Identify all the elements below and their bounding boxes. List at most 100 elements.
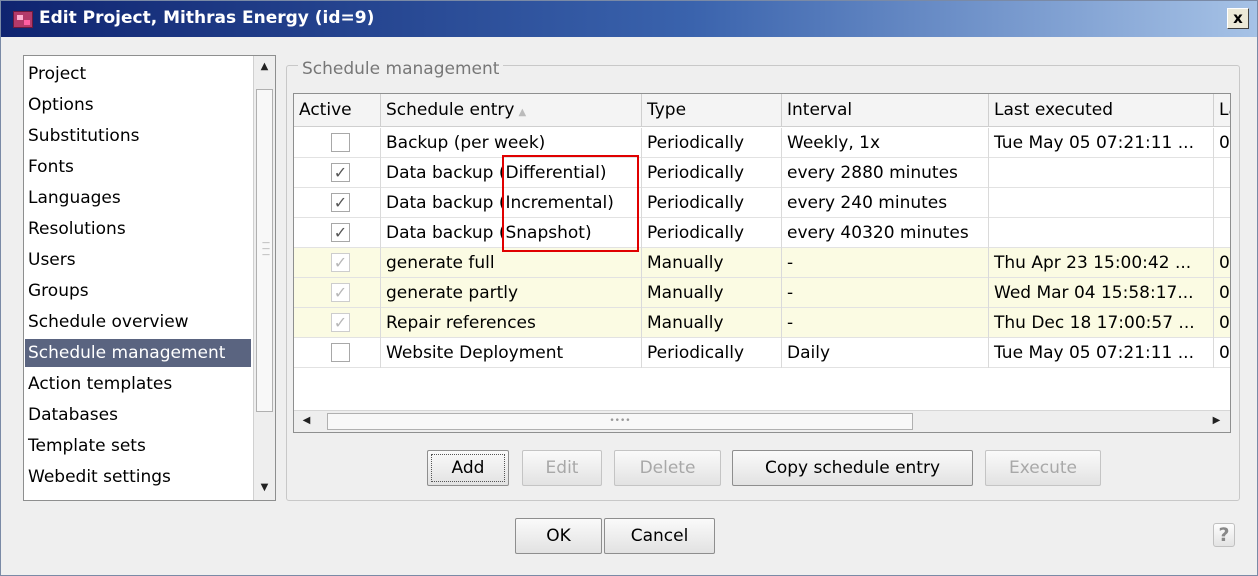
active-checkbox[interactable] — [331, 133, 350, 152]
scroll-up-icon[interactable]: ▲ — [254, 56, 275, 78]
ok-button[interactable]: OK — [515, 518, 602, 554]
schedule-entry-cell: Repair references — [381, 308, 642, 338]
nav-item[interactable]: Resolutions — [28, 215, 126, 243]
active-checkbox[interactable]: ✓ — [331, 253, 350, 272]
last-cell: 0: — [1214, 338, 1230, 368]
last-executed-cell — [989, 188, 1214, 218]
title-bar[interactable]: Edit Project, Mithras Energy (id=9) x — [1, 1, 1257, 37]
schedule-table: Active Schedule entry ▲ Type Interval Last ex… — [293, 93, 1231, 433]
interval-cell: every 2880 minutes — [782, 158, 989, 188]
scroll-down-icon[interactable]: ▼ — [254, 477, 275, 499]
nav-scroll-thumb[interactable]: — — — — [256, 89, 273, 412]
add-button[interactable]: Add — [427, 450, 509, 486]
header-label: Type — [647, 100, 687, 120]
active-checkbox[interactable]: ✓ — [331, 283, 350, 302]
table-row[interactable]: ✓ generate full Manually - Thu Apr 23 15:00:… — [294, 248, 1230, 278]
nav-item[interactable]: Users — [28, 246, 76, 274]
app-icon — [13, 11, 33, 28]
horizontal-scrollbar[interactable]: ◀ •••• ▶ — [294, 410, 1230, 432]
delete-button[interactable]: Delete — [614, 450, 721, 486]
type-cell: Periodically — [642, 128, 782, 158]
nav-scrollbar[interactable]: ▲ — — — ▼ — [253, 56, 275, 500]
nav-item[interactable]: Project — [28, 60, 86, 88]
schedule-entry-cell: Backup (per week) — [381, 128, 642, 158]
table-row[interactable]: ✓ Data backup (Differential) Periodically e… — [294, 158, 1230, 188]
header-schedule-entry[interactable]: Schedule entry ▲ — [381, 94, 642, 127]
header-label: Interval — [787, 100, 853, 120]
table-row[interactable]: ✓ Data backup (Incremental) Periodically ev… — [294, 188, 1230, 218]
last-cell: 0: — [1214, 248, 1230, 278]
last-executed-cell: Tue May 05 07:21:11 ... — [989, 338, 1214, 368]
active-checkbox[interactable]: ✓ — [331, 193, 350, 212]
schedule-entry-cell: generate full — [381, 248, 642, 278]
last-cell — [1214, 158, 1230, 188]
nav-item[interactable]: Languages — [28, 184, 121, 212]
header-label: Active — [299, 100, 352, 120]
header-last-executed[interactable]: Last executed — [989, 94, 1214, 127]
nav-item[interactable]: Schedule management — [25, 339, 251, 367]
last-cell: 0: — [1214, 278, 1230, 308]
nav-item[interactable]: Options — [28, 91, 94, 119]
header-label: Last executed — [994, 100, 1114, 120]
active-cell: ✓ — [294, 278, 381, 308]
nav-item[interactable]: Fonts — [28, 153, 74, 181]
last-executed-cell: Wed Mar 04 15:58:17... — [989, 278, 1214, 308]
nav-item[interactable]: Webedit settings — [28, 463, 171, 491]
nav-item[interactable]: Databases — [28, 401, 118, 429]
schedule-entry-cell: generate partly — [381, 278, 642, 308]
edit-button[interactable]: Edit — [522, 450, 602, 486]
header-type[interactable]: Type — [642, 94, 782, 127]
table-row[interactable]: Backup (per week) Periodically Weekly, 1x T… — [294, 128, 1230, 158]
table-row[interactable]: Website Deployment Periodically Daily Tue M… — [294, 338, 1230, 368]
execute-button[interactable]: Execute — [985, 450, 1101, 486]
settings-nav-list: Project Options Substitutions Fonts Language… — [23, 55, 276, 501]
grip-icon: — — — — [262, 238, 270, 259]
header-label: La — [1219, 100, 1230, 120]
interval-cell: Daily — [782, 338, 989, 368]
type-cell: Periodically — [642, 188, 782, 218]
active-checkbox[interactable]: ✓ — [331, 223, 350, 242]
last-cell — [1214, 188, 1230, 218]
copy-schedule-entry-button[interactable]: Copy schedule entry — [732, 450, 973, 486]
table-row[interactable]: ✓ generate partly Manually - Wed Mar 04 15:5… — [294, 278, 1230, 308]
interval-cell: - — [782, 248, 989, 278]
header-last[interactable]: La — [1214, 94, 1230, 127]
active-checkbox[interactable] — [331, 343, 350, 362]
active-cell: ✓ — [294, 308, 381, 338]
nav-item[interactable]: Template sets — [28, 432, 146, 460]
sort-ascending-icon: ▲ — [518, 107, 527, 118]
help-button[interactable]: ? — [1213, 523, 1235, 547]
nav-item[interactable]: Schedule overview — [28, 308, 189, 336]
header-active[interactable]: Active — [294, 94, 381, 127]
nav-item[interactable]: Substitutions — [28, 122, 139, 150]
type-cell: Manually — [642, 308, 782, 338]
last-cell: 0: — [1214, 308, 1230, 338]
section-title: Schedule management — [298, 59, 504, 79]
nav-item[interactable]: Groups — [28, 277, 89, 305]
horizontal-scroll-thumb[interactable]: •••• — [327, 413, 913, 430]
type-cell: Periodically — [642, 158, 782, 188]
table-row[interactable]: ✓ Data backup (Snapshot) Periodically every… — [294, 218, 1230, 248]
last-executed-cell: Tue May 05 07:21:11 ... — [989, 128, 1214, 158]
active-cell: ✓ — [294, 188, 381, 218]
active-checkbox[interactable]: ✓ — [331, 313, 350, 332]
close-icon: x — [1233, 9, 1243, 27]
last-cell: 0: — [1214, 128, 1230, 158]
interval-cell: every 40320 minutes — [782, 218, 989, 248]
type-cell: Manually — [642, 278, 782, 308]
scroll-left-icon[interactable]: ◀ — [296, 411, 317, 431]
header-label: Schedule entry — [386, 100, 515, 120]
nav-item[interactable]: Action templates — [28, 370, 172, 398]
close-button[interactable]: x — [1227, 8, 1249, 29]
active-cell: ✓ — [294, 218, 381, 248]
scroll-right-icon[interactable]: ▶ — [1206, 411, 1227, 431]
active-checkbox[interactable]: ✓ — [331, 163, 350, 182]
table-row[interactable]: ✓ Repair references Manually - Thu Dec 18 17… — [294, 308, 1230, 338]
last-cell — [1214, 218, 1230, 248]
type-cell: Periodically — [642, 338, 782, 368]
header-interval[interactable]: Interval — [782, 94, 989, 127]
highlight-annotation — [502, 155, 639, 252]
last-executed-cell — [989, 158, 1214, 188]
type-cell: Manually — [642, 248, 782, 278]
cancel-button[interactable]: Cancel — [604, 518, 715, 554]
